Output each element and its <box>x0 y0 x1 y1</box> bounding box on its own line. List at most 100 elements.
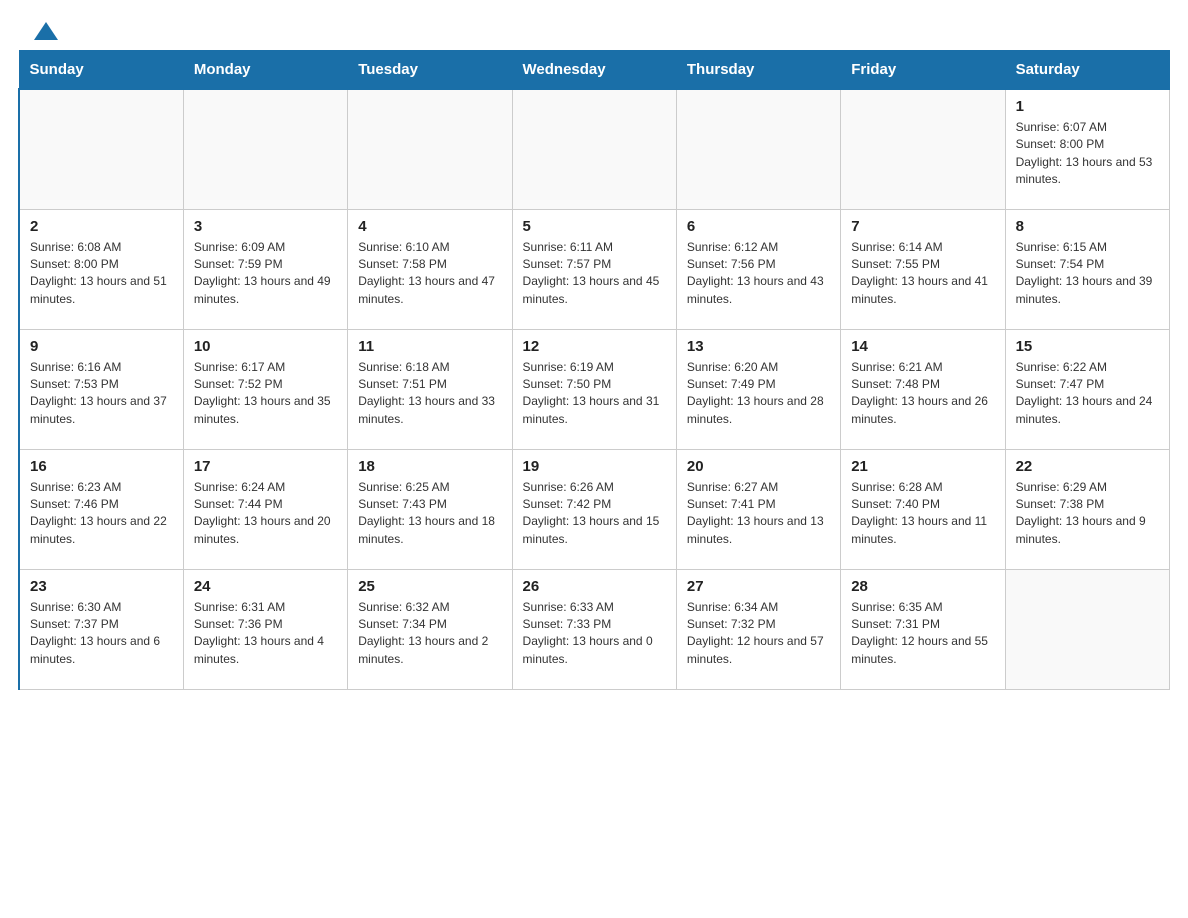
calendar-cell: 14 Sunrise: 6:21 AM Sunset: 7:48 PM Dayli… <box>841 329 1005 449</box>
calendar-cell <box>19 89 183 209</box>
day-info: Sunrise: 6:10 AM Sunset: 7:58 PM Dayligh… <box>358 239 501 309</box>
calendar-cell <box>348 89 512 209</box>
calendar-cell <box>183 89 347 209</box>
day-info: Sunrise: 6:35 AM Sunset: 7:31 PM Dayligh… <box>851 599 994 669</box>
calendar-cell: 17 Sunrise: 6:24 AM Sunset: 7:44 PM Dayli… <box>183 449 347 569</box>
calendar-cell: 6Sunrise: 6:12 AM Sunset: 7:56 PM Daylig… <box>676 209 840 329</box>
calendar-header: SundayMondayTuesdayWednesdayThursdayFrid… <box>19 51 1170 90</box>
day-header-thursday: Thursday <box>676 51 840 90</box>
day-info: Sunrise: 6:16 AM Sunset: 7:53 PM Dayligh… <box>30 359 173 429</box>
day-info: Sunrise: 6:23 AM Sunset: 7:46 PM Dayligh… <box>30 479 173 549</box>
calendar-cell: 10 Sunrise: 6:17 AM Sunset: 7:52 PM Dayli… <box>183 329 347 449</box>
day-number: 22 <box>1016 458 1159 475</box>
calendar-cell: 20Sunrise: 6:27 AM Sunset: 7:41 PM Dayli… <box>676 449 840 569</box>
day-info: Sunrise: 6:33 AM Sunset: 7:33 PM Dayligh… <box>523 599 666 669</box>
calendar-cell: 26 Sunrise: 6:33 AM Sunset: 7:33 PM Dayli… <box>512 569 676 689</box>
day-info: Sunrise: 6:21 AM Sunset: 7:48 PM Dayligh… <box>851 359 994 429</box>
day-info: Sunrise: 6:08 AM Sunset: 8:00 PM Dayligh… <box>30 239 173 309</box>
day-info: Sunrise: 6:14 AM Sunset: 7:55 PM Dayligh… <box>851 239 994 309</box>
day-number: 6 <box>687 218 830 235</box>
day-info: Sunrise: 6:20 AM Sunset: 7:49 PM Dayligh… <box>687 359 830 429</box>
calendar-cell <box>676 89 840 209</box>
day-info: Sunrise: 6:19 AM Sunset: 7:50 PM Dayligh… <box>523 359 666 429</box>
day-number: 15 <box>1016 338 1159 355</box>
day-header-sunday: Sunday <box>19 51 183 90</box>
calendar-cell: 18Sunrise: 6:25 AM Sunset: 7:43 PM Dayli… <box>348 449 512 569</box>
calendar-body: 1 Sunrise: 6:07 AM Sunset: 8:00 PM Daylig… <box>19 89 1170 689</box>
calendar-cell <box>512 89 676 209</box>
calendar-cell: 22 Sunrise: 6:29 AM Sunset: 7:38 PM Dayli… <box>1005 449 1169 569</box>
day-info: Sunrise: 6:15 AM Sunset: 7:54 PM Dayligh… <box>1016 239 1159 309</box>
day-number: 2 <box>30 218 173 235</box>
day-number: 21 <box>851 458 994 475</box>
day-number: 11 <box>358 338 501 355</box>
day-info: Sunrise: 6:17 AM Sunset: 7:52 PM Dayligh… <box>194 359 337 429</box>
day-number: 27 <box>687 578 830 595</box>
day-number: 9 <box>30 338 173 355</box>
day-info: Sunrise: 6:11 AM Sunset: 7:57 PM Dayligh… <box>523 239 666 309</box>
day-info: Sunrise: 6:09 AM Sunset: 7:59 PM Dayligh… <box>194 239 337 309</box>
calendar-table: SundayMondayTuesdayWednesdayThursdayFrid… <box>18 50 1170 690</box>
day-number: 23 <box>30 578 173 595</box>
calendar-cell: 4 Sunrise: 6:10 AM Sunset: 7:58 PM Daylig… <box>348 209 512 329</box>
calendar-cell: 21 Sunrise: 6:28 AM Sunset: 7:40 PM Dayli… <box>841 449 1005 569</box>
calendar-cell: 19 Sunrise: 6:26 AM Sunset: 7:42 PM Dayli… <box>512 449 676 569</box>
day-number: 4 <box>358 218 501 235</box>
day-header-row: SundayMondayTuesdayWednesdayThursdayFrid… <box>19 51 1170 90</box>
day-number: 12 <box>523 338 666 355</box>
calendar-week-5: 23 Sunrise: 6:30 AM Sunset: 7:37 PM Dayli… <box>19 569 1170 689</box>
calendar-week-1: 1 Sunrise: 6:07 AM Sunset: 8:00 PM Daylig… <box>19 89 1170 209</box>
calendar-cell <box>841 89 1005 209</box>
logo-triangle-icon <box>32 18 60 46</box>
day-header-friday: Friday <box>841 51 1005 90</box>
day-header-tuesday: Tuesday <box>348 51 512 90</box>
calendar-cell <box>1005 569 1169 689</box>
calendar-cell: 27Sunrise: 6:34 AM Sunset: 7:32 PM Dayli… <box>676 569 840 689</box>
day-info: Sunrise: 6:29 AM Sunset: 7:38 PM Dayligh… <box>1016 479 1159 549</box>
day-info: Sunrise: 6:24 AM Sunset: 7:44 PM Dayligh… <box>194 479 337 549</box>
day-number: 8 <box>1016 218 1159 235</box>
day-number: 17 <box>194 458 337 475</box>
day-number: 25 <box>358 578 501 595</box>
day-info: Sunrise: 6:28 AM Sunset: 7:40 PM Dayligh… <box>851 479 994 549</box>
day-number: 3 <box>194 218 337 235</box>
calendar-cell: 28 Sunrise: 6:35 AM Sunset: 7:31 PM Dayli… <box>841 569 1005 689</box>
day-info: Sunrise: 6:30 AM Sunset: 7:37 PM Dayligh… <box>30 599 173 669</box>
calendar-cell: 2 Sunrise: 6:08 AM Sunset: 8:00 PM Daylig… <box>19 209 183 329</box>
day-number: 24 <box>194 578 337 595</box>
day-number: 19 <box>523 458 666 475</box>
day-header-wednesday: Wednesday <box>512 51 676 90</box>
day-number: 5 <box>523 218 666 235</box>
calendar-cell: 15Sunrise: 6:22 AM Sunset: 7:47 PM Dayli… <box>1005 329 1169 449</box>
day-info: Sunrise: 6:07 AM Sunset: 8:00 PM Dayligh… <box>1016 119 1159 189</box>
day-header-monday: Monday <box>183 51 347 90</box>
day-info: Sunrise: 6:31 AM Sunset: 7:36 PM Dayligh… <box>194 599 337 669</box>
calendar-week-4: 16 Sunrise: 6:23 AM Sunset: 7:46 PM Dayli… <box>19 449 1170 569</box>
day-number: 28 <box>851 578 994 595</box>
page-header <box>0 0 1188 50</box>
day-number: 20 <box>687 458 830 475</box>
day-number: 1 <box>1016 98 1159 115</box>
day-number: 7 <box>851 218 994 235</box>
day-info: Sunrise: 6:25 AM Sunset: 7:43 PM Dayligh… <box>358 479 501 549</box>
day-number: 16 <box>30 458 173 475</box>
day-header-saturday: Saturday <box>1005 51 1169 90</box>
day-number: 10 <box>194 338 337 355</box>
calendar-week-3: 9 Sunrise: 6:16 AM Sunset: 7:53 PM Daylig… <box>19 329 1170 449</box>
day-number: 14 <box>851 338 994 355</box>
calendar-cell: 24 Sunrise: 6:31 AM Sunset: 7:36 PM Dayli… <box>183 569 347 689</box>
calendar-cell: 9 Sunrise: 6:16 AM Sunset: 7:53 PM Daylig… <box>19 329 183 449</box>
day-info: Sunrise: 6:18 AM Sunset: 7:51 PM Dayligh… <box>358 359 501 429</box>
calendar-cell: 25 Sunrise: 6:32 AM Sunset: 7:34 PM Dayli… <box>348 569 512 689</box>
calendar-cell: 13 Sunrise: 6:20 AM Sunset: 7:49 PM Dayli… <box>676 329 840 449</box>
day-info: Sunrise: 6:26 AM Sunset: 7:42 PM Dayligh… <box>523 479 666 549</box>
calendar-cell: 12 Sunrise: 6:19 AM Sunset: 7:50 PM Dayli… <box>512 329 676 449</box>
day-number: 13 <box>687 338 830 355</box>
day-number: 26 <box>523 578 666 595</box>
calendar-container: SundayMondayTuesdayWednesdayThursdayFrid… <box>0 50 1188 708</box>
calendar-cell: 16 Sunrise: 6:23 AM Sunset: 7:46 PM Dayli… <box>19 449 183 569</box>
calendar-week-2: 2 Sunrise: 6:08 AM Sunset: 8:00 PM Daylig… <box>19 209 1170 329</box>
day-info: Sunrise: 6:32 AM Sunset: 7:34 PM Dayligh… <box>358 599 501 669</box>
calendar-cell: 11 Sunrise: 6:18 AM Sunset: 7:51 PM Dayli… <box>348 329 512 449</box>
calendar-cell: 5 Sunrise: 6:11 AM Sunset: 7:57 PM Daylig… <box>512 209 676 329</box>
